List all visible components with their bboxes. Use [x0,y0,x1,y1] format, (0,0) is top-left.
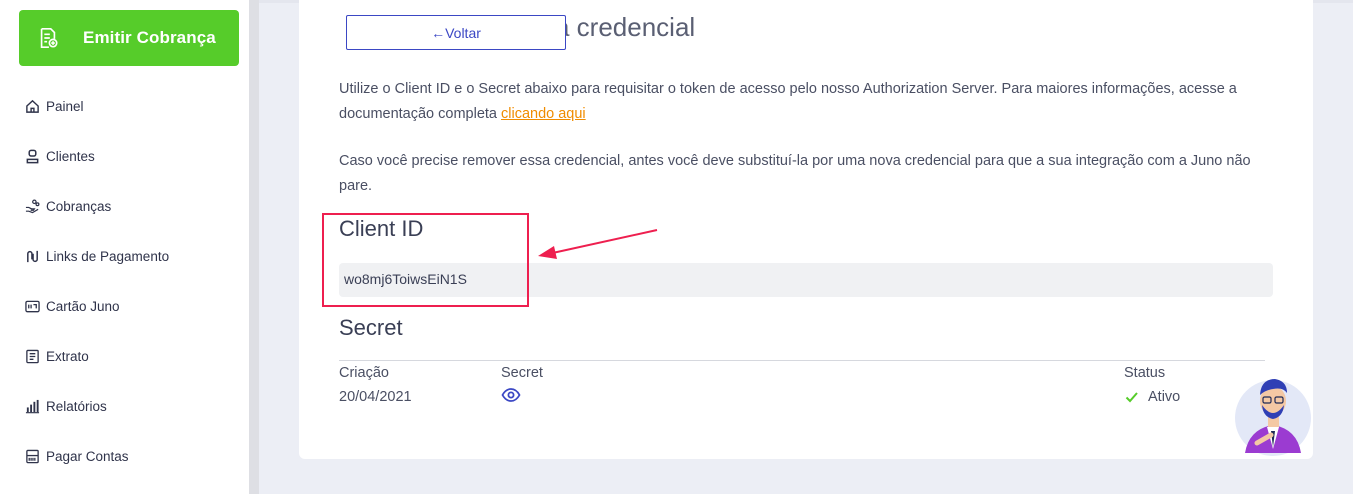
eye-icon[interactable] [501,387,521,403]
sidebar-item-label: Links de Pagamento [46,248,170,264]
user-icon [24,148,40,164]
documentation-link[interactable]: clicando aqui [501,106,586,122]
back-button[interactable]: ←Voltar [346,15,566,50]
column-header-secret: Secret [501,365,543,381]
instructions-paragraph: Utilize o Client ID e o Secret abaixo pa… [339,77,1274,127]
support-avatar-icon[interactable] [1233,373,1313,458]
barcode-icon [24,448,40,464]
sidebar-item-cartao-juno[interactable]: Cartão Juno [24,295,120,317]
card-icon [24,298,40,314]
sidebar-item-label: Pagar Contas [46,448,129,464]
sidebar-item-label: Relatórios [46,398,107,414]
column-header-created: Criação [339,365,389,381]
sidebar-scrollbar[interactable] [249,0,259,494]
sidebar-item-painel[interactable]: Painel [24,95,84,117]
table-divider [339,360,1265,361]
link-icon [24,248,40,264]
created-date-value: 20/04/2021 [339,389,412,405]
page-title: a credencial [555,12,696,42]
sidebar-item-label: Cobranças [46,198,112,214]
warning-paragraph: Caso você precise remover essa credencia… [339,153,1251,194]
statement-icon [24,348,40,364]
status-value: Ativo [1148,389,1181,405]
bar-chart-icon [24,398,40,414]
secret-heading: Secret [339,315,403,340]
sidebar-item-links-de-pagamento[interactable]: Links de Pagamento [24,245,169,267]
sidebar-item-relatorios[interactable]: Relatórios [24,395,107,417]
sidebar-item-label: Extrato [46,348,89,364]
annotation-arrow-icon [538,229,658,259]
sidebar-item-clientes[interactable]: Clientes [24,145,95,167]
emit-charge-label: Emitir Cobrança [83,28,216,47]
sidebar-item-cobrancas[interactable]: Cobranças [24,195,111,217]
instructions-text: Utilize o Client ID e o Secret abaixo pa… [339,81,1237,122]
sidebar-item-label: Clientes [46,148,95,164]
sidebar-item-extrato[interactable]: Extrato [24,345,89,367]
check-icon [1125,392,1138,403]
annotation-highlight-box [322,213,529,307]
hand-coins-icon [24,198,40,214]
sidebar-item-label: Painel [46,98,84,114]
sidebar-item-pagar-contas[interactable]: Pagar Contas [24,445,129,467]
sidebar: Emitir Cobrança Painel Clientes Cobrança… [0,0,249,494]
sidebar-item-label: Cartão Juno [46,298,120,314]
emit-charge-button[interactable]: Emitir Cobrança [19,10,239,66]
invoice-add-icon [40,28,58,48]
column-header-status: Status [1124,365,1166,381]
home-icon [24,98,40,114]
